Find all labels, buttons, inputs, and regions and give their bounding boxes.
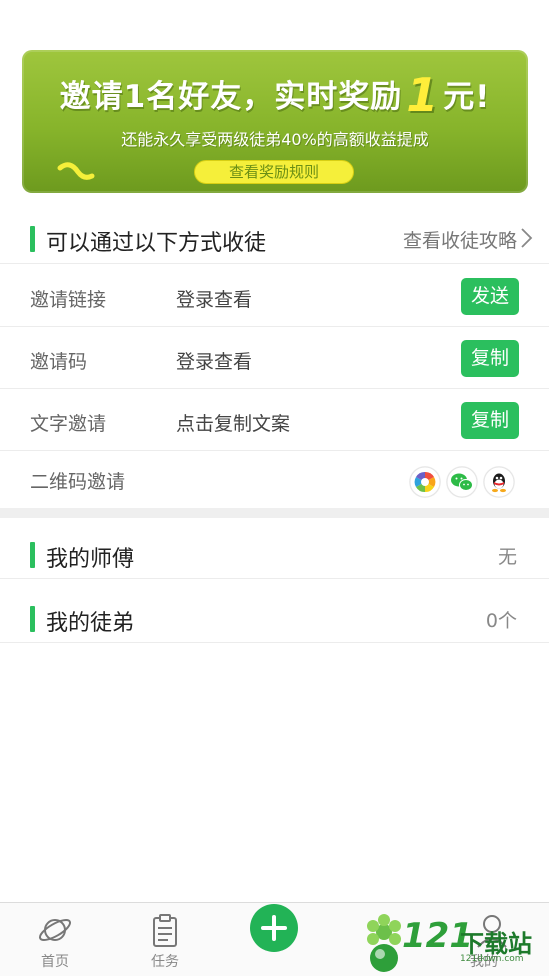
my-master-value: 无 bbox=[497, 546, 517, 568]
invite-code-row: 邀请码 登录查看 复制 bbox=[0, 327, 549, 389]
invite-link-row: 邀请链接 登录查看 发送 bbox=[0, 265, 549, 327]
section-accent-bar bbox=[30, 542, 35, 568]
add-button[interactable] bbox=[250, 904, 298, 952]
section-accent-bar bbox=[30, 606, 35, 632]
share-icons-group bbox=[409, 466, 517, 498]
banner-title: 邀请1名好友，实时奖励1 元! bbox=[59, 68, 491, 122]
confetti-left-icon bbox=[57, 162, 95, 180]
planet-icon bbox=[38, 919, 72, 941]
send-button[interactable]: 发送 bbox=[461, 278, 519, 315]
banner-subtitle: 还能永久享受两级徒弟40%的高额收益提成 bbox=[121, 130, 429, 149]
my-apprentice-row[interactable]: 我的徒弟 0个 bbox=[0, 592, 549, 643]
chevron-right-icon[interactable] bbox=[519, 227, 533, 249]
text-invite-value[interactable]: 点击复制文案 bbox=[176, 409, 290, 436]
invite-code-value[interactable]: 登录查看 bbox=[176, 347, 252, 374]
qrcode-invite-label: 二维码邀请 bbox=[30, 471, 126, 493]
view-rules-button[interactable]: 查看奖励规则 bbox=[194, 160, 354, 184]
invite-link-label: 邀请链接 bbox=[30, 289, 107, 311]
tab-home[interactable]: 首页 bbox=[0, 903, 110, 976]
invite-guide-link[interactable]: 查看收徒攻略 bbox=[403, 226, 517, 253]
clipboard-icon bbox=[153, 914, 177, 947]
invite-section-title: 可以通过以下方式收徒 bbox=[46, 231, 267, 256]
plus-icon bbox=[261, 915, 287, 941]
text-invite-label: 文字邀请 bbox=[30, 413, 107, 435]
my-apprentice-count: 0个 bbox=[485, 610, 517, 632]
watermark-url: 121down.com bbox=[460, 954, 524, 964]
wechat-icon[interactable] bbox=[446, 466, 478, 498]
my-apprentice-title: 我的徒弟 bbox=[46, 611, 135, 636]
qq-icon[interactable] bbox=[483, 466, 515, 498]
tab-tasks[interactable]: 任务 bbox=[110, 903, 220, 976]
qrcode-invite-row: 二维码邀请 bbox=[0, 451, 549, 508]
tab-home-label: 首页 bbox=[41, 954, 69, 970]
invite-banner[interactable]: 邀请1名好友，实时奖励1 元! 还能永久享受两级徒弟40%的高额收益提成 查看奖励… bbox=[22, 50, 528, 193]
text-invite-row: 文字邀请 点击复制文案 复制 bbox=[0, 389, 549, 451]
banner-reward-number: 1 bbox=[406, 68, 440, 122]
my-master-title: 我的师傅 bbox=[46, 547, 135, 572]
confetti-right-icon bbox=[480, 190, 510, 193]
watermark: 121 下载站 121down.com bbox=[362, 912, 549, 976]
copy-text-button[interactable]: 复制 bbox=[461, 402, 519, 439]
copy-code-button[interactable]: 复制 bbox=[461, 340, 519, 377]
invite-section-header: 可以通过以下方式收徒 查看收徒攻略 bbox=[0, 212, 549, 264]
tab-tasks-label: 任务 bbox=[151, 954, 179, 970]
section-accent-bar bbox=[30, 226, 35, 252]
my-master-row[interactable]: 我的师傅 无 bbox=[0, 528, 549, 579]
section-divider bbox=[0, 508, 549, 518]
flower-logo-icon bbox=[367, 914, 401, 972]
invite-link-value[interactable]: 登录查看 bbox=[176, 285, 252, 312]
moments-icon[interactable] bbox=[409, 466, 441, 498]
invite-code-label: 邀请码 bbox=[30, 351, 88, 373]
